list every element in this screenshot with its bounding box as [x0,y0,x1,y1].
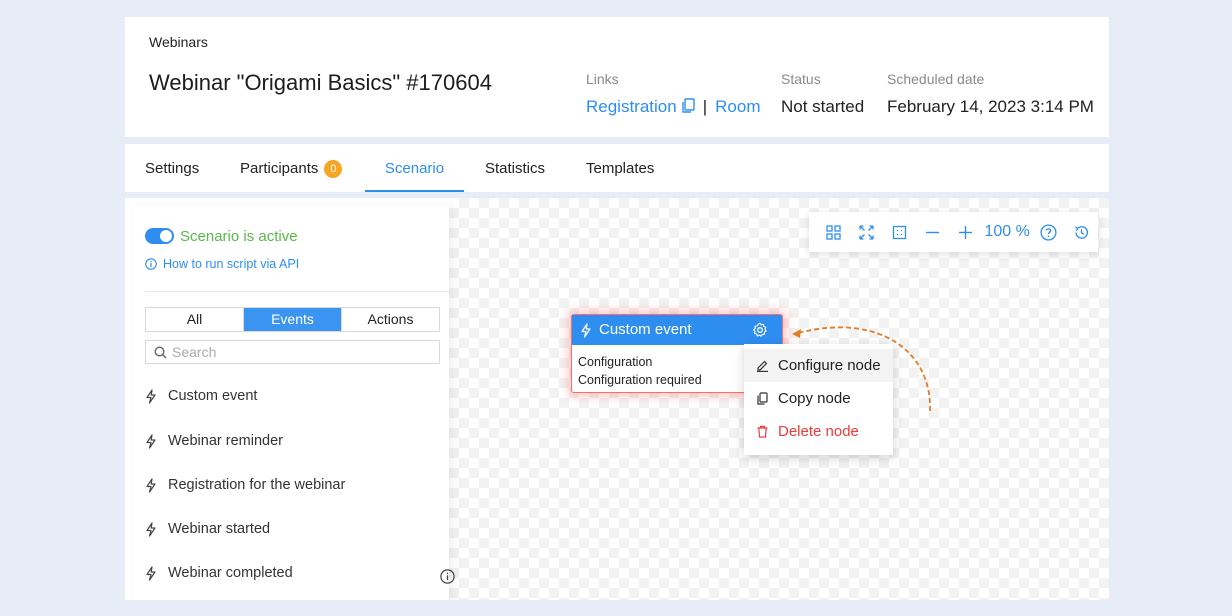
filter-all-button[interactable]: All [146,308,244,331]
grid-layout-icon[interactable] [817,220,850,244]
info-icon [145,258,157,270]
copy-icon [757,392,768,405]
tab-settings[interactable]: Settings [145,144,199,192]
list-item[interactable]: Webinar reminder [145,431,440,453]
status-label: Status [781,71,821,87]
zoom-out-icon[interactable] [916,220,949,244]
copy-icon[interactable] [681,98,695,119]
tab-label: Scenario [384,160,445,177]
canvas-toolbar: 100 % [809,212,1098,252]
node-title: Custom event [599,321,692,338]
delete-node-menu-item[interactable]: Delete node [744,415,893,448]
list-item[interactable]: Webinar started [145,519,440,541]
status-group: Status Not started [781,71,864,117]
list-item[interactable]: Webinar completed [145,563,455,585]
tab-templates[interactable]: Templates [586,144,654,192]
date-group: Scheduled date February 14, 2023 3:14 PM [887,71,1094,117]
links-group: Links Registration | Room [586,71,761,119]
select-area-icon[interactable] [883,220,916,244]
events-panel: Scenario is active How to run script via… [133,206,455,600]
node-header[interactable]: Custom event [572,315,782,345]
lightning-icon [146,522,156,537]
filter-actions-button[interactable]: Actions [342,308,439,331]
tab-label: Settings [145,160,200,177]
history-icon[interactable] [1065,220,1098,244]
date-value: February 14, 2023 3:14 PM [887,97,1094,116]
fit-screen-icon[interactable] [850,220,883,244]
room-link[interactable]: Room [715,97,760,116]
menu-item-label: Copy node [778,390,851,407]
configure-node-menu-item[interactable]: Configure node [744,349,893,382]
lightning-icon [146,434,156,449]
copy-node-menu-item[interactable]: Copy node [744,382,893,415]
scenario-status-text: Scenario is active [180,228,298,245]
registration-link[interactable]: Registration [586,97,677,116]
trash-icon [757,425,768,438]
scenario-active-toggle[interactable] [145,228,174,244]
divider [145,291,449,292]
lightning-icon [146,389,156,404]
tab-statistics[interactable]: Statistics [485,144,545,192]
link-separator: | [702,97,708,116]
filter-events-button[interactable]: Events [244,308,342,331]
event-label: Custom event [168,388,258,404]
toggle-knob [160,230,172,242]
status-value: Not started [781,97,865,116]
tab-label: Statistics [485,160,546,177]
links-label: Links [586,71,619,87]
search-input[interactable]: Search [145,340,440,364]
scenario-workspace: Scenario is active How to run script via… [125,198,1109,600]
event-label: Webinar completed [168,565,293,581]
date-label: Scheduled date [887,71,985,87]
page-title: Webinar "Origami Basics" #170604 [149,70,492,95]
edit-icon [757,360,768,372]
tab-participants[interactable]: Participants 0 [240,144,343,192]
gear-icon[interactable] [752,322,768,338]
event-label: Registration for the webinar [168,477,346,493]
menu-item-label: Configure node [778,357,881,374]
event-label: Webinar reminder [168,433,283,449]
tab-scenario[interactable]: Scenario [365,144,464,192]
help-icon[interactable] [1032,220,1065,244]
api-help-label: How to run script via API [163,257,300,271]
menu-item-label: Delete node [778,423,859,440]
webinar-header: Webinars Webinar "Origami Basics" #17060… [125,17,1109,137]
lightning-icon [146,566,156,581]
tab-label: Participants [240,160,319,177]
api-help-link[interactable]: How to run script via API [145,257,299,271]
breadcrumb[interactable]: Webinars [149,34,208,50]
tab-label: Templates [586,160,655,177]
filter-segmented-control: All Events Actions [145,307,440,332]
lightning-icon [146,478,156,493]
participants-count-badge: 0 [324,160,343,178]
event-label: Webinar started [168,521,271,537]
list-item[interactable]: Custom event [145,386,440,408]
zoom-level[interactable]: 100 % [982,223,1031,241]
zoom-in-icon[interactable] [949,220,982,244]
lightning-icon [581,323,591,338]
search-icon [154,346,167,359]
tab-bar: Settings Participants 0 Scenario Statisti… [125,144,1109,192]
list-item[interactable]: Registration for the webinar [145,475,440,497]
node-context-menu: Configure node Copy node Delete node [744,344,893,455]
search-placeholder: Search [172,344,217,360]
